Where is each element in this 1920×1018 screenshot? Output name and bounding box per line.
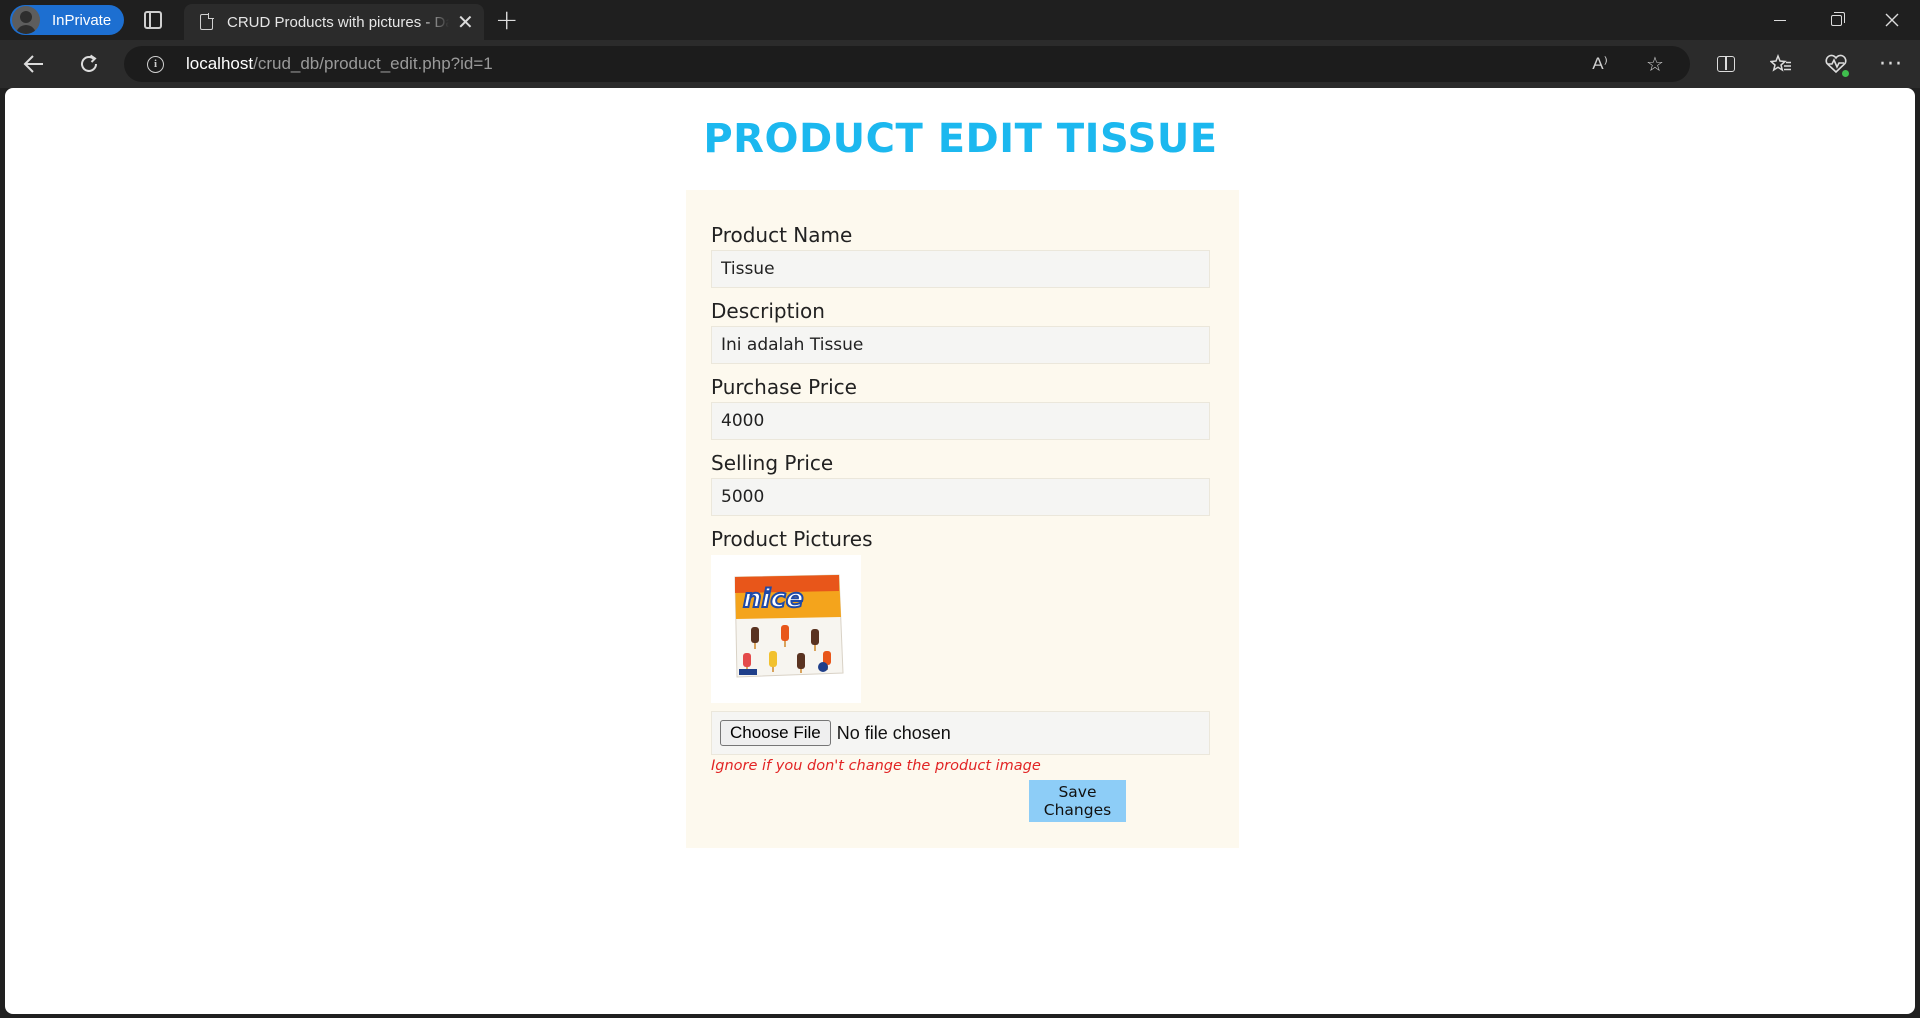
close-icon — [1885, 13, 1899, 27]
choose-file-button[interactable]: Choose File — [720, 720, 831, 746]
inprivate-label: InPrivate — [52, 11, 112, 29]
favorites-button[interactable] — [1765, 48, 1797, 80]
browser-essentials-button[interactable] — [1820, 48, 1852, 80]
tab-strip: InPrivate CRUD Products with pictures - … — [0, 0, 1920, 40]
read-aloud-icon[interactable]: A⁾ — [1588, 53, 1612, 75]
url-text[interactable]: localhost/crud_db/product_edit.php?id=1 — [186, 54, 493, 74]
add-favorite-star-icon[interactable]: ☆ — [1643, 53, 1667, 75]
minimize-icon — [1774, 19, 1786, 21]
split-screen-icon — [1717, 56, 1735, 72]
purchase-price-label: Purchase Price — [711, 375, 857, 399]
product-pictures-label: Product Pictures — [711, 527, 873, 551]
back-arrow-icon — [23, 55, 43, 73]
file-upload-field[interactable]: Choose File No file chosen — [711, 711, 1210, 755]
minimize-button[interactable] — [1752, 0, 1808, 40]
site-info-icon[interactable]: i — [147, 56, 164, 73]
page-title: PRODUCT EDIT TISSUE — [703, 116, 1218, 162]
close-window-button[interactable] — [1864, 0, 1920, 40]
page-viewport: PRODUCT EDIT TISSUE Product Name Descrip… — [5, 88, 1915, 1014]
back-button[interactable] — [18, 48, 50, 80]
description-input[interactable] — [711, 326, 1210, 364]
new-tab-button[interactable]: + — [495, 4, 518, 36]
browser-toolbar: i localhost/crud_db/product_edit.php?id=… — [0, 40, 1920, 88]
profile-avatar-icon — [12, 6, 40, 34]
product-name-label: Product Name — [711, 223, 853, 247]
description-label: Description — [711, 299, 825, 323]
tab-title: CRUD Products with pictures - Da — [227, 13, 449, 31]
restore-icon — [1830, 11, 1845, 26]
status-dot — [1842, 70, 1849, 77]
restore-button[interactable] — [1808, 0, 1864, 40]
page-document-icon — [200, 13, 214, 30]
url-host: localhost — [186, 54, 254, 73]
favorites-icon — [1770, 54, 1791, 72]
tissue-package-picture: nice — [711, 555, 861, 703]
product-brand-text: nice — [743, 584, 803, 614]
tab-active[interactable]: CRUD Products with pictures - Da ✕ — [184, 4, 484, 40]
address-bar[interactable]: i localhost/crud_db/product_edit.php?id=… — [124, 46, 1690, 82]
product-name-input[interactable] — [711, 250, 1210, 288]
product-edit-form: Product Name Description Purchase Price … — [686, 190, 1239, 848]
image-hint-text: Ignore if you don't change the product i… — [711, 758, 1041, 774]
reload-button[interactable] — [73, 48, 105, 80]
save-changes-button[interactable]: Save Changes — [1029, 780, 1126, 822]
url-path: /crud_db/product_edit.php?id=1 — [253, 54, 493, 73]
reload-icon — [81, 54, 97, 72]
settings-more-button[interactable]: ··· — [1875, 48, 1907, 80]
purchase-price-input[interactable] — [711, 402, 1210, 440]
selling-price-input[interactable] — [711, 478, 1210, 516]
product-image: nice — [711, 555, 861, 703]
tab-actions-icon[interactable] — [144, 11, 162, 29]
no-file-chosen-text: No file chosen — [836, 722, 951, 743]
split-screen-button[interactable] — [1710, 48, 1742, 80]
inprivate-profile-button[interactable]: InPrivate — [10, 5, 124, 35]
selling-price-label: Selling Price — [711, 451, 834, 475]
tab-close-icon[interactable]: ✕ — [457, 12, 474, 32]
